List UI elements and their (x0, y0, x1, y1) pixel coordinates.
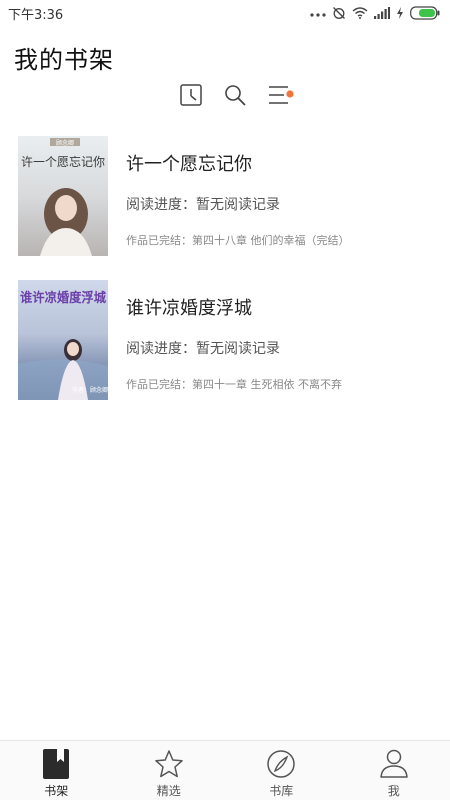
signal-icon (374, 7, 390, 19)
reading-progress: 阅读进度：暂无阅读记录 (126, 341, 280, 357)
status-time: 下午3:36 (8, 7, 64, 23)
book-title[interactable]: 谁许凉婚度浮城 (126, 294, 252, 320)
tab-featured[interactable]: 精选 (113, 741, 226, 800)
tab-label: 书架 (44, 784, 69, 798)
cover-tag: 顾念卿 (56, 139, 74, 147)
book-cover[interactable]: 顾念卿 许一个愿忘记你 (18, 136, 108, 256)
page-title: 我的书架 (14, 46, 114, 74)
tab-label: 书库 (269, 784, 294, 798)
search-icon[interactable] (222, 82, 250, 110)
book-title[interactable]: 许一个愿忘记你 (126, 150, 252, 176)
cover-tag: 作者：顾念卿 (72, 386, 108, 394)
more-dots-icon (310, 13, 326, 17)
tab-label: 精选 (156, 784, 181, 798)
tab-me[interactable]: 我 (338, 741, 450, 800)
status-icons (310, 6, 440, 20)
cover-title: 许一个愿忘记你 (21, 154, 105, 169)
book-item[interactable]: 顾念卿 许一个愿忘记你 许一个愿忘记你 阅读进度：暂无阅读记录 作品已完结：第四… (18, 136, 438, 258)
compass-icon (267, 750, 295, 778)
latest-chapter: 作品已完结：第四十一章 生死相依 不离不弃 (126, 378, 342, 391)
alarm-off-icon (333, 7, 345, 19)
bookshelf-icon (43, 749, 70, 779)
status-bar: 下午3:36 (0, 0, 450, 26)
menu-icon[interactable] (266, 82, 294, 110)
tab-library[interactable]: 书库 (225, 741, 338, 800)
charging-icon (397, 7, 403, 19)
toolbar (0, 82, 450, 112)
history-icon[interactable] (178, 82, 206, 110)
bottom-tab-bar: 书架 精选 书库 我 (0, 740, 450, 800)
latest-chapter: 作品已完结：第四十八章 他们的幸福（完结） (126, 234, 350, 247)
reading-progress: 阅读进度：暂无阅读记录 (126, 197, 280, 213)
tab-label: 我 (387, 784, 400, 798)
menu-badge (286, 90, 294, 98)
book-cover[interactable]: 谁许凉婚度浮城 作者：顾念卿 (18, 280, 108, 400)
user-icon (380, 749, 408, 778)
book-item[interactable]: 谁许凉婚度浮城 作者：顾念卿 谁许凉婚度浮城 阅读进度：暂无阅读记录 作品已完结… (18, 280, 438, 402)
star-icon (155, 750, 183, 778)
battery-icon (410, 6, 440, 20)
cover-title: 谁许凉婚度浮城 (20, 290, 106, 306)
tab-bookshelf[interactable]: 书架 (0, 741, 113, 800)
wifi-icon (352, 7, 368, 19)
